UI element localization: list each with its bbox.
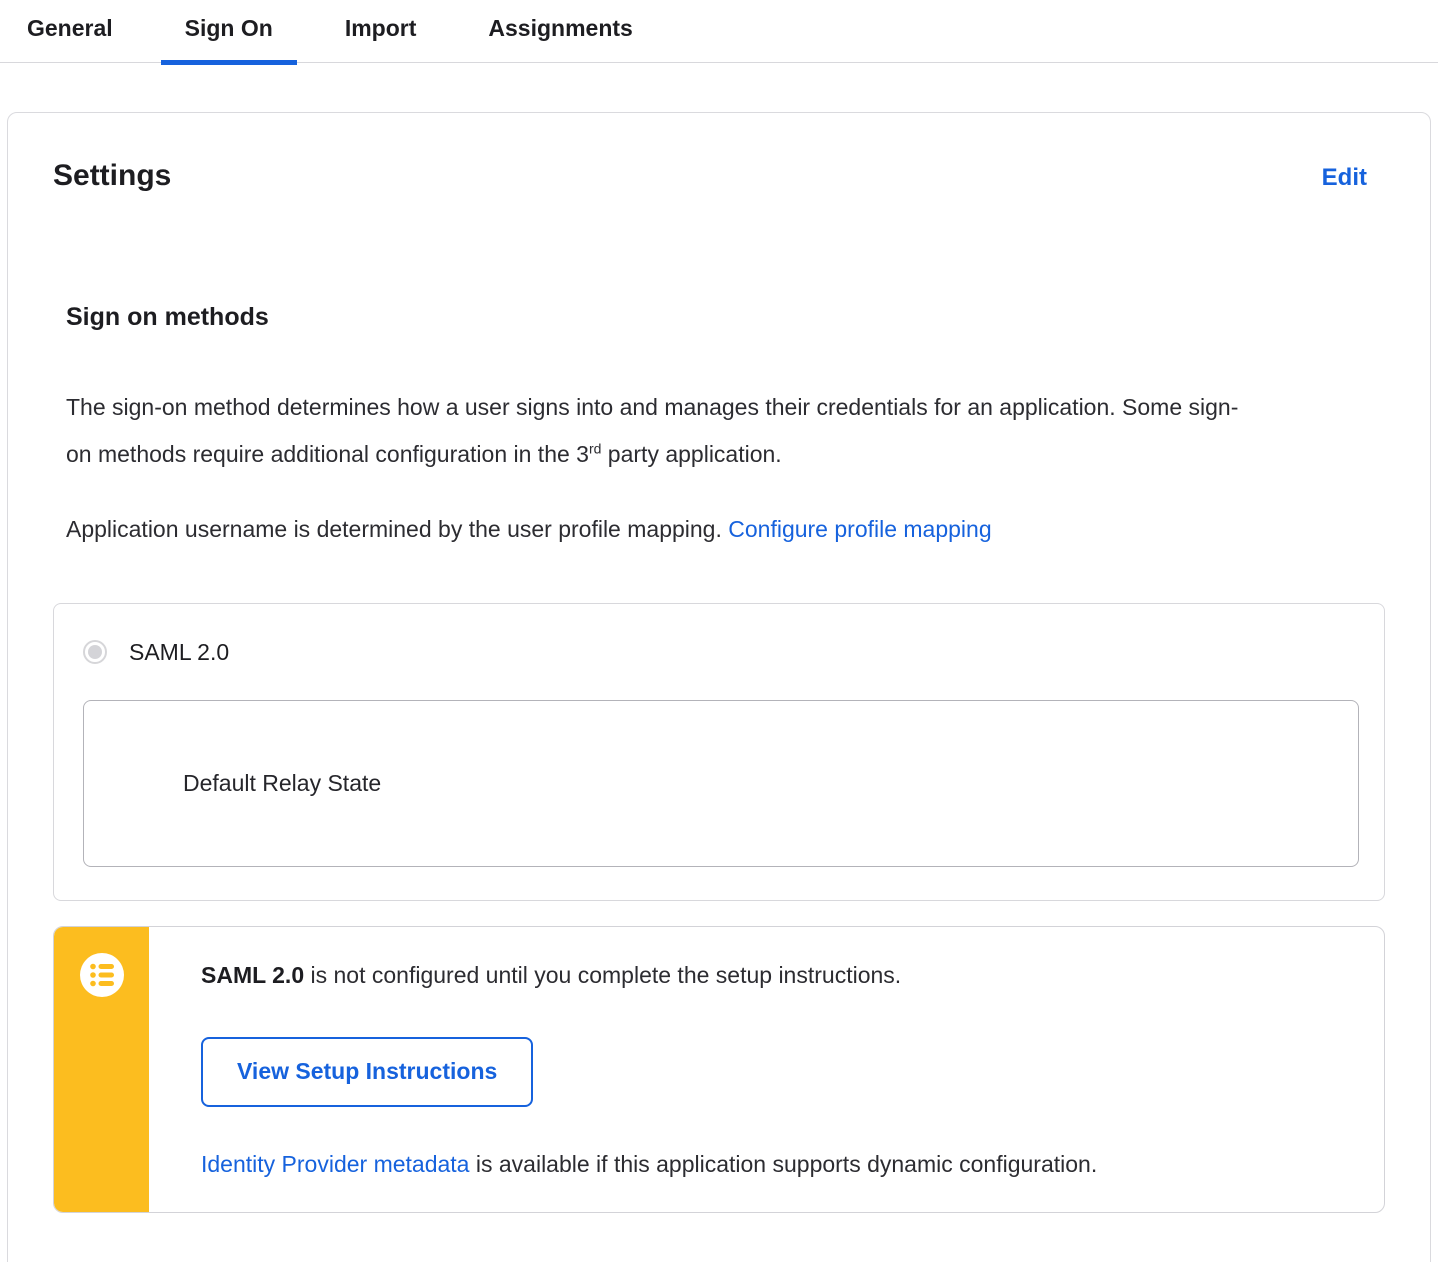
saml-not-configured-callout: SAML 2.0 is not configured until you com… <box>53 926 1385 1213</box>
identity-provider-metadata-link[interactable]: Identity Provider metadata <box>201 1151 469 1177</box>
section-heading: Sign on methods <box>66 303 269 331</box>
saml-radio-button[interactable] <box>83 640 107 664</box>
settings-card-header: Settings Edit <box>53 158 1385 194</box>
app-tab-bar: General Sign On Import Assignments <box>0 0 1438 65</box>
description-text-tail: party application. <box>601 441 782 467</box>
tab-general[interactable]: General <box>3 15 137 62</box>
metadata-note-rest: is available if this application support… <box>469 1151 1098 1177</box>
page-title: Settings <box>53 159 172 192</box>
edit-button[interactable]: Edit <box>1322 164 1367 192</box>
sign-on-method-description: The sign-on method determines how a user… <box>66 384 1241 478</box>
configure-profile-mapping-link[interactable]: Configure profile mapping <box>728 516 991 542</box>
callout-message-bold: SAML 2.0 <box>201 962 305 988</box>
callout-warning-stripe <box>54 927 149 1212</box>
callout-message-rest: is not configured until you complete the… <box>304 962 902 988</box>
saml-option-box: SAML 2.0 Default Relay State <box>53 603 1385 901</box>
username-note: Application username is determined by th… <box>66 506 1241 553</box>
view-setup-instructions-button[interactable]: View Setup Instructions <box>201 1037 534 1107</box>
tab-import[interactable]: Import <box>321 15 441 62</box>
callout-body: SAML 2.0 is not configured until you com… <box>149 927 1384 1212</box>
metadata-note: Identity Provider metadata is available … <box>201 1147 1344 1181</box>
description-superscript: rd <box>588 440 602 457</box>
tab-assignments[interactable]: Assignments <box>464 15 656 62</box>
saml-radio-label: SAML 2.0 <box>129 638 230 665</box>
sign-on-methods-section: Sign on methods The sign-on method deter… <box>53 302 1385 1213</box>
callout-message: SAML 2.0 is not configured until you com… <box>201 957 1344 993</box>
username-note-text: Application username is determined by th… <box>66 516 729 542</box>
saml-radio-row: SAML 2.0 <box>83 638 1359 666</box>
settings-card: Settings Edit Sign on methods The sign-o… <box>7 112 1431 1262</box>
tab-sign-on[interactable]: Sign On <box>160 15 298 65</box>
list-icon <box>79 953 124 997</box>
default-relay-state-label: Default Relay State <box>183 770 382 796</box>
default-relay-state-field: Default Relay State <box>83 700 1359 867</box>
